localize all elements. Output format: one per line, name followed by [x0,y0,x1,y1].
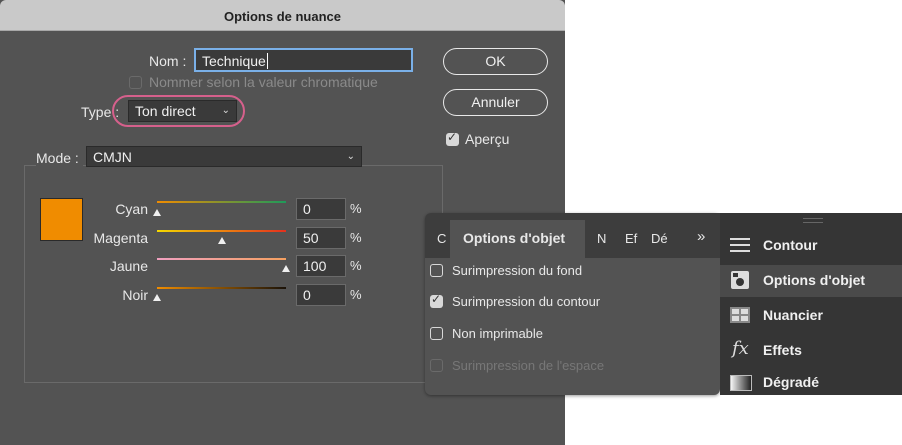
preview-checkbox[interactable] [446,130,459,146]
dock-item-effects[interactable]: fx Effets [720,335,902,365]
name-by-value-label: Nommer selon la valeur chromatique [149,74,378,90]
overprint-stroke-checkbox[interactable] [430,292,443,308]
overprint-stroke-label: Surimpression du contour [452,294,601,309]
dock-item-label: Options d'objet [763,272,866,288]
magenta-slider-track[interactable] [157,230,286,232]
dock-item-swatches[interactable]: Nuancier [720,300,902,330]
dock-item-stroke[interactable]: Contour [720,230,902,260]
color-swatch-preview [40,198,83,241]
tab-swatches-truncated[interactable]: N [597,231,606,246]
name-by-value-checkbox[interactable] [129,76,142,89]
name-label: Nom : [149,53,187,69]
fx-icon: fx [732,338,749,359]
cancel-button[interactable]: Annuler [443,89,548,116]
magenta-slider-thumb[interactable] [217,237,226,244]
lines-icon [730,238,750,252]
swatches-icon [730,307,750,323]
yellow-slider-thumb[interactable] [282,265,290,272]
preview-label: Aperçu [465,131,510,147]
yellow-value-field[interactable]: 100 [296,255,346,277]
slider-label: Magenta [93,230,148,246]
slider-label: Cyan [115,201,148,217]
percent-unit: % [350,201,362,216]
chevron-down-icon: ⌄ [346,151,355,162]
slider-label: Jaune [109,258,148,274]
dock-item-label: Contour [763,237,818,253]
black-slider-thumb[interactable] [153,294,161,301]
black-value-field[interactable]: 0 [296,284,346,306]
name-input-value: Technique [202,53,266,69]
non-printing-label: Non imprimable [452,326,544,341]
overprint-gap-checkbox[interactable] [430,359,443,372]
mode-select-value: CMJN [93,149,132,165]
mode-select[interactable]: CMJN ⌄ [86,146,362,167]
tab-gradient-truncated[interactable]: Dé [651,231,668,246]
magenta-value-field[interactable]: 50 [296,227,346,249]
name-input[interactable]: Technique [194,48,413,72]
cyan-slider-track[interactable] [157,201,286,203]
overprint-gap-label: Surimpression de l'espace [452,358,605,373]
percent-unit: % [350,287,362,302]
overprint-fill-checkbox[interactable] [430,264,443,277]
tab-effects-truncated[interactable]: Ef [625,231,637,246]
slider-label: Noir [122,287,148,303]
highlight-ellipse [112,95,245,127]
cyan-value-field[interactable]: 0 [296,198,346,220]
gradient-icon [730,375,752,391]
overprint-fill-label: Surimpression du fond [452,263,583,278]
dock-item-label: Effets [763,342,802,358]
object-options-icon [731,271,749,289]
dock-item-gradient[interactable]: Dégradé [720,369,902,395]
dock-grip[interactable] [803,218,823,223]
cyan-slider-thumb[interactable] [153,209,161,216]
mode-label: Mode : [36,150,83,166]
dock-item-label: Nuancier [763,307,823,323]
yellow-slider-track[interactable] [157,258,286,260]
dock-item-label: Dégradé [763,374,820,390]
ok-button[interactable]: OK [443,48,548,75]
color-mode-group [24,165,443,383]
dock-item-object-options[interactable]: Options d'objet [720,265,902,297]
percent-unit: % [350,230,362,245]
black-slider-track[interactable] [157,287,286,289]
tab-stroke-truncated[interactable]: C [437,231,446,246]
tab-object-options[interactable]: Options d'objet [463,230,565,246]
dialog-title: Options de nuance [0,0,565,31]
percent-unit: % [350,258,362,273]
tabs-overflow-icon[interactable]: » [697,228,705,245]
non-printing-checkbox[interactable] [430,327,443,340]
